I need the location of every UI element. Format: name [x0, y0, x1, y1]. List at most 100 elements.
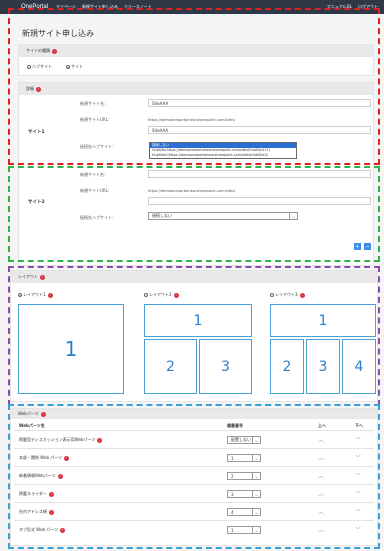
nav-logout[interactable]: ログアウト: [358, 4, 378, 10]
required-icon: !: [40, 411, 46, 417]
table-row: 掲載型ディスカッション表示用Webパーツ! 配置しない ⌵ ︿ ﹀: [14, 431, 374, 449]
required-icon: !: [52, 48, 57, 54]
required-icon: !: [40, 274, 45, 280]
brand-logo[interactable]: OnePortal: [21, 4, 48, 10]
webparts-header: Webパーツ: [18, 411, 39, 416]
move-up-icon[interactable]: ︿: [318, 489, 324, 498]
order-select[interactable]: 配置しない ⌵: [227, 436, 261, 444]
chevron-down-icon: ⌵: [252, 437, 260, 443]
webpart-name: 本部・関係 Web パーツ!: [19, 455, 70, 461]
page-title: 新規サイト申し込み: [22, 29, 94, 38]
site-type-site-option[interactable]: サイト: [66, 64, 83, 70]
move-up-icon[interactable]: ︿: [318, 525, 324, 534]
layout2-block-3[interactable]: 3: [199, 339, 252, 394]
webpart-name: 新着情報Webパーツ!: [19, 473, 63, 479]
nav-new-site[interactable]: 新規サイト申し込み: [82, 4, 118, 10]
top-navigation-bar: OnePortal マイページ 新規サイト申し込み リリースノート マニュアルD…: [0, 0, 384, 14]
site1-url-prefix: https://demooneportalnew.sharepoint.com/…: [148, 118, 236, 122]
site1-name-label: 新規サイト名：: [80, 101, 108, 106]
webpart-name: 社内アドレス帳!: [19, 509, 54, 515]
order-select[interactable]: 4 ⌵: [227, 508, 261, 516]
layout3-block-4[interactable]: 4: [342, 339, 376, 394]
layout-header: レイアウト: [18, 274, 38, 279]
details-header: 詳細: [26, 86, 34, 91]
radio-checked-icon: [66, 65, 70, 69]
add-site-button[interactable]: +: [354, 243, 361, 250]
nav-mypage[interactable]: マイページ: [56, 4, 76, 10]
site2-label: サイト2: [28, 200, 45, 205]
table-row: 掲載スライダー! 3 ⌵ ︿ ﹀: [14, 485, 374, 503]
remove-site-button[interactable]: −: [364, 243, 371, 250]
layout2-option[interactable]: レイアウト2!: [144, 292, 179, 298]
chevron-down-icon: ⌵: [252, 527, 260, 533]
hub-option-hubsite2[interactable]: HubSite2(https://demooneportalnew.sharep…: [150, 153, 296, 158]
layout2-block-2[interactable]: 2: [144, 339, 197, 394]
layout3-option[interactable]: レイアウト3!: [270, 292, 305, 298]
site2-hub-label: 接続先ハブサイト：: [80, 215, 116, 220]
required-icon: !: [299, 292, 305, 298]
radio-icon: [270, 293, 274, 297]
move-up-icon[interactable]: ︿: [318, 435, 324, 444]
site1-hub-label: 接続先ハブサイト：: [80, 144, 116, 149]
move-down-icon[interactable]: ﹀: [355, 507, 361, 516]
radio-checked-icon: [18, 293, 22, 297]
table-row: 本部・関係 Web パーツ! 1 ⌵ ︿ ﹀: [14, 449, 374, 467]
required-icon: !: [47, 292, 53, 298]
site1-name-input[interactable]: SiteAAA: [148, 99, 371, 107]
table-row: 新着情報Webパーツ! 2 ⌵ ︿ ﹀: [14, 467, 374, 485]
site2-name-input[interactable]: [148, 170, 371, 178]
site2-hub-select[interactable]: 接続しない ⌵: [148, 212, 298, 220]
chevron-down-icon: ⌵: [289, 213, 297, 219]
move-down-icon[interactable]: ﹀: [355, 489, 361, 498]
site2-url-label: 新規サイトURL：: [80, 188, 112, 193]
move-down-icon[interactable]: ﹀: [355, 471, 361, 480]
chevron-down-icon: ⌵: [252, 473, 260, 479]
layout1-option[interactable]: レイアウト1!: [18, 292, 53, 298]
required-icon: !: [64, 455, 70, 461]
site-type-hub-option[interactable]: ハブサイト: [27, 64, 52, 70]
chevron-down-icon: ⌵: [252, 491, 260, 497]
order-select[interactable]: 1 ⌵: [227, 454, 261, 462]
layout3-block-3[interactable]: 3: [306, 339, 340, 394]
required-icon: !: [48, 491, 54, 497]
radio-icon: [27, 65, 31, 69]
required-icon: !: [49, 509, 54, 515]
move-down-icon[interactable]: ﹀: [355, 525, 361, 534]
nav-manual-download[interactable]: マニュアルDL: [327, 4, 352, 10]
layout1-block-1[interactable]: 1: [18, 304, 124, 394]
required-icon: !: [173, 292, 179, 298]
order-select[interactable]: 3 ⌵: [227, 490, 261, 498]
webpart-name: 掲載スライダー!: [19, 491, 54, 497]
move-up-icon[interactable]: ︿: [318, 471, 324, 480]
move-down-icon[interactable]: ﹀: [355, 435, 361, 444]
site1-label: サイト1: [28, 130, 45, 135]
move-down-icon[interactable]: ﹀: [355, 453, 361, 462]
site1-url-input[interactable]: SiteAAA: [148, 126, 371, 134]
site-type-panel: サイトの種類 ! ハブサイト サイト: [18, 44, 374, 76]
required-icon: !: [57, 473, 63, 479]
required-icon: !: [97, 437, 103, 443]
order-select[interactable]: 2 ⌵: [227, 472, 261, 480]
site2-name-label: 新規サイト名：: [80, 172, 108, 177]
layout3-block-2[interactable]: 2: [270, 339, 304, 394]
radio-icon: [144, 293, 148, 297]
move-up-icon[interactable]: ︿: [318, 507, 324, 516]
layout2-block-1[interactable]: 1: [144, 304, 252, 337]
webpart-name: 掲載型ディスカッション表示用Webパーツ!: [19, 437, 103, 443]
site-type-header: サイトの種類: [26, 48, 50, 53]
nav-release-notes[interactable]: リリースノート: [124, 4, 152, 10]
table-row: タブ形式 Web パーツ! 1 ⌵ ︿ ﹀: [14, 521, 374, 539]
webparts-table-header: Webパーツ名 順番番号 上へ 下へ: [14, 421, 374, 431]
site2-url-prefix: https://demooneportalnew.sharepoint.com/…: [148, 189, 236, 193]
chevron-down-icon: ⌵: [252, 455, 260, 461]
layout3-block-1[interactable]: 1: [270, 304, 376, 337]
site1-url-label: 新規サイトURL：: [80, 117, 112, 122]
required-icon: !: [60, 527, 66, 533]
required-icon: !: [36, 86, 41, 92]
move-up-icon[interactable]: ︿: [318, 453, 324, 462]
site1-hub-dropdown-list[interactable]: 接続しない HubSite(https://demooneportalnew.s…: [149, 142, 297, 159]
order-select[interactable]: 1 ⌵: [227, 526, 261, 534]
table-row: 社内アドレス帳! 4 ⌵ ︿ ﹀: [14, 503, 374, 521]
site2-url-input[interactable]: [148, 197, 371, 205]
webpart-name: タブ形式 Web パーツ!: [19, 527, 66, 533]
